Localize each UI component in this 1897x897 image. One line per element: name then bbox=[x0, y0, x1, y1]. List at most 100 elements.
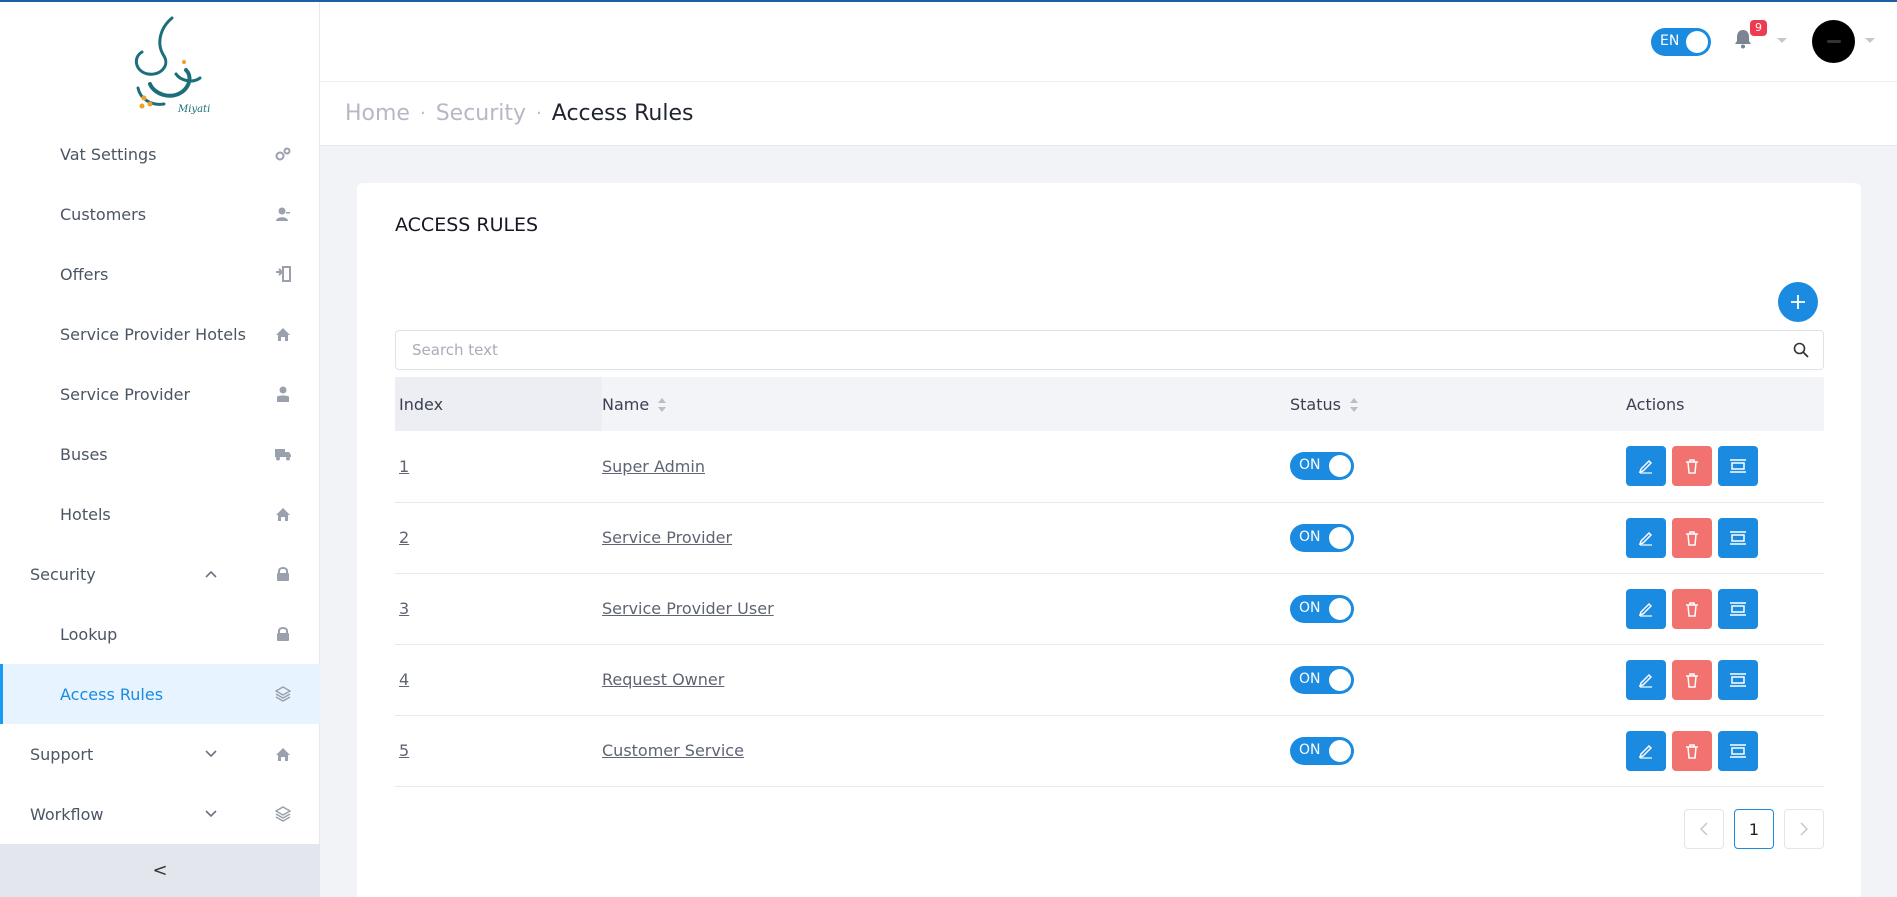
pencil-icon bbox=[1638, 602, 1653, 617]
column-header-status[interactable]: Status bbox=[1290, 377, 1626, 431]
column-header-name[interactable]: Name bbox=[602, 377, 1290, 431]
trash-icon bbox=[1686, 530, 1698, 546]
status-toggle[interactable]: ON bbox=[1290, 665, 1354, 694]
pagination-page-button[interactable]: 1 bbox=[1734, 809, 1774, 849]
delete-button[interactable] bbox=[1672, 446, 1712, 487]
sort-icon[interactable] bbox=[1349, 397, 1359, 413]
chevron-down-icon[interactable] bbox=[1777, 38, 1787, 44]
breadcrumb-separator: · bbox=[419, 103, 426, 124]
row-name-link[interactable]: Super Admin bbox=[602, 457, 705, 476]
sidebar-item-service-provider[interactable]: Service Provider bbox=[0, 364, 320, 424]
chevron-down-icon bbox=[204, 747, 218, 761]
delete-button[interactable] bbox=[1672, 659, 1712, 700]
breadcrumb-home[interactable]: Home bbox=[345, 101, 410, 126]
column-header-index: Index bbox=[395, 377, 602, 431]
edit-button[interactable] bbox=[1626, 730, 1666, 771]
page-number: 1 bbox=[1748, 819, 1760, 839]
sidebar-item-label: Security bbox=[30, 564, 96, 584]
sidebar-item-security[interactable]: Security bbox=[0, 544, 320, 604]
sort-icon[interactable] bbox=[657, 397, 667, 413]
sidebar-item-workflow[interactable]: Workflow bbox=[0, 784, 320, 844]
search-icon[interactable] bbox=[1793, 342, 1809, 358]
offers-icon bbox=[274, 265, 292, 283]
column-header-actions: Actions bbox=[1626, 377, 1824, 431]
status-toggle[interactable]: ON bbox=[1290, 523, 1354, 552]
top-accent-line bbox=[0, 0, 1897, 2]
row-name-link[interactable]: Service Provider bbox=[602, 528, 732, 547]
status-toggle[interactable]: ON bbox=[1290, 594, 1354, 623]
status-label: ON bbox=[1299, 599, 1321, 616]
sidebar-item-vat-settings[interactable]: Vat Settings bbox=[0, 124, 320, 184]
sidebar-item-customers[interactable]: Customers bbox=[0, 184, 320, 244]
column-label: Index bbox=[399, 394, 444, 414]
avatar[interactable] bbox=[1812, 20, 1855, 63]
sidebar-item-hotels[interactable]: Hotels bbox=[0, 484, 320, 544]
row-index-link[interactable]: 4 bbox=[399, 670, 409, 689]
row-index-link[interactable]: 2 bbox=[399, 528, 409, 547]
language-toggle[interactable]: EN bbox=[1651, 28, 1711, 56]
sidebar-item-offers[interactable]: Offers bbox=[0, 244, 320, 304]
details-button[interactable] bbox=[1718, 730, 1758, 771]
column-label: Actions bbox=[1626, 394, 1685, 414]
edit-button[interactable] bbox=[1626, 659, 1666, 700]
details-button[interactable] bbox=[1718, 588, 1758, 629]
status-toggle[interactable]: ON bbox=[1290, 736, 1354, 765]
delete-button[interactable] bbox=[1672, 730, 1712, 771]
row-index-link[interactable]: 5 bbox=[399, 741, 409, 760]
truck-icon bbox=[274, 445, 292, 463]
edit-button[interactable] bbox=[1626, 446, 1666, 487]
details-button[interactable] bbox=[1718, 659, 1758, 700]
sidebar-item-label: Lookup bbox=[60, 624, 118, 644]
sidebar-nav: Vat Settings Customers Offers Service Pr… bbox=[0, 124, 320, 844]
toggle-knob bbox=[1329, 597, 1351, 620]
status-label: ON bbox=[1299, 457, 1321, 474]
layers-icon bbox=[274, 685, 292, 703]
details-icon bbox=[1730, 601, 1746, 616]
sidebar-item-service-provider-hotels[interactable]: Service Provider Hotels bbox=[0, 304, 320, 364]
access-rules-card: ACCESS RULES Index Name Status Actions 1… bbox=[357, 183, 1861, 897]
lock-icon bbox=[274, 625, 292, 643]
toggle-knob bbox=[1329, 739, 1351, 762]
collapse-chevron-icon: < bbox=[152, 860, 168, 881]
trash-icon bbox=[1686, 672, 1698, 688]
column-label: Status bbox=[1290, 394, 1341, 414]
row-index-link[interactable]: 3 bbox=[399, 599, 409, 618]
details-button[interactable] bbox=[1718, 517, 1758, 558]
user-tie-icon bbox=[274, 385, 292, 403]
toggle-knob bbox=[1329, 455, 1351, 478]
details-icon bbox=[1730, 672, 1746, 687]
sidebar-item-label: Access Rules bbox=[60, 684, 164, 704]
app-logo[interactable]: Miyati bbox=[120, 14, 220, 118]
status-toggle[interactable]: ON bbox=[1290, 452, 1354, 481]
pencil-icon bbox=[1638, 460, 1653, 474]
row-name-link[interactable]: Customer Service bbox=[602, 741, 744, 760]
table-row: 4 Request Owner ON bbox=[395, 644, 1824, 715]
edit-button[interactable] bbox=[1626, 517, 1666, 558]
lock-icon bbox=[274, 565, 292, 583]
row-name-link[interactable]: Request Owner bbox=[602, 670, 724, 689]
sidebar-item-support[interactable]: Support bbox=[0, 724, 320, 784]
details-button[interactable] bbox=[1718, 446, 1758, 487]
chevron-down-icon[interactable] bbox=[1865, 38, 1875, 44]
access-rules-table: Index Name Status Actions 1 Super Admin … bbox=[395, 377, 1824, 787]
sidebar-item-access-rules[interactable]: Access Rules bbox=[0, 664, 320, 724]
home-icon bbox=[274, 505, 292, 523]
breadcrumb-security[interactable]: Security bbox=[436, 101, 526, 126]
sidebar-item-lookup[interactable]: Lookup bbox=[0, 604, 320, 664]
add-button[interactable] bbox=[1778, 282, 1818, 322]
home-icon bbox=[274, 325, 292, 343]
sidebar: Miyati Vat Settings Customers Offers Ser… bbox=[0, 0, 320, 897]
search-input[interactable] bbox=[396, 331, 1776, 369]
delete-button[interactable] bbox=[1672, 517, 1712, 558]
delete-button[interactable] bbox=[1672, 588, 1712, 629]
pagination-next-button[interactable] bbox=[1784, 809, 1824, 849]
logo-text: Miyati bbox=[177, 104, 210, 115]
sidebar-item-label: Offers bbox=[60, 264, 109, 284]
row-index-link[interactable]: 1 bbox=[399, 457, 409, 476]
row-name-link[interactable]: Service Provider User bbox=[602, 599, 774, 618]
sidebar-collapse-button[interactable]: < bbox=[0, 844, 320, 897]
sidebar-item-buses[interactable]: Buses bbox=[0, 424, 320, 484]
page-title: ACCESS RULES bbox=[395, 214, 539, 236]
pagination-prev-button[interactable] bbox=[1684, 809, 1724, 849]
edit-button[interactable] bbox=[1626, 588, 1666, 629]
